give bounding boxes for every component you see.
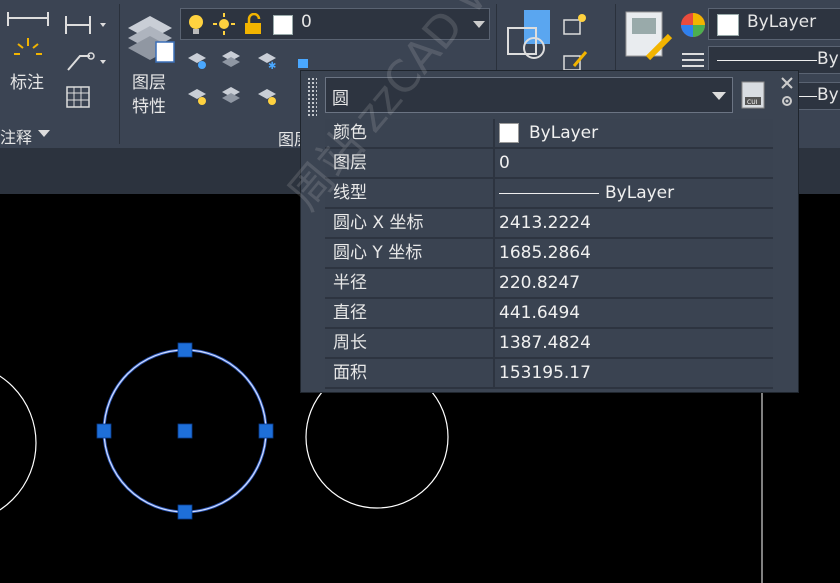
grip-bottom[interactable]	[177, 504, 193, 520]
property-value[interactable]: 2413.2224	[495, 209, 773, 237]
property-row-radius[interactable]: 半径 220.8247	[325, 269, 773, 299]
linetype-icon[interactable]	[680, 50, 706, 70]
lightbulb-icon[interactable]	[187, 14, 205, 36]
annotation-panel-title[interactable]: 注释	[0, 124, 32, 148]
property-row-layer[interactable]: 图层 0	[325, 149, 773, 179]
svg-text:CUI: CUI	[747, 99, 758, 106]
property-row-color[interactable]: 颜色 ByLayer	[325, 119, 773, 149]
property-value[interactable]: 0	[495, 149, 773, 177]
color-value: ByLayer	[747, 12, 817, 32]
property-name: 面积	[325, 359, 495, 387]
leader-icon[interactable]	[64, 50, 112, 74]
property-name: 周长	[325, 329, 495, 357]
create-block-icon[interactable]	[562, 12, 588, 36]
color-swatch	[717, 14, 739, 36]
property-name: 直径	[325, 299, 495, 327]
property-row-area[interactable]: 面积 153195.17	[325, 359, 773, 389]
grip-right[interactable]	[258, 423, 274, 439]
unlock-icon[interactable]	[243, 13, 263, 35]
linetype-value: ByL	[817, 49, 840, 69]
palette-grip-handle[interactable]	[307, 77, 317, 117]
panel-divider	[119, 4, 120, 144]
property-value-text: ByLayer	[529, 123, 599, 143]
layer-color-swatch	[273, 15, 293, 35]
edit-block-icon[interactable]	[562, 50, 588, 72]
property-value[interactable]: 1387.4824	[495, 329, 773, 357]
circle-left[interactable]	[0, 363, 37, 523]
close-icon[interactable]	[781, 77, 793, 89]
match-properties-icon[interactable]	[624, 10, 674, 66]
layer-isolate-icon[interactable]	[220, 50, 242, 70]
layer-lock-icon[interactable]	[292, 50, 314, 70]
layer-properties-label-1[interactable]: 图层	[132, 68, 166, 93]
property-value[interactable]: 1685.2864	[495, 239, 773, 267]
dimension-icon[interactable]	[6, 10, 50, 60]
lineweight-value: ByL	[817, 85, 840, 105]
property-name: 圆心 Y 坐标	[325, 239, 495, 267]
property-value-color[interactable]: ByLayer	[495, 119, 773, 147]
property-name: 图层	[325, 149, 495, 177]
layer-properties-icon[interactable]	[124, 10, 178, 64]
grip-top[interactable]	[177, 342, 193, 358]
color-swatch	[499, 123, 519, 143]
property-name: 颜色	[325, 119, 495, 147]
linetype-sample	[717, 60, 817, 61]
color-dropdown[interactable]: ByLayer	[708, 8, 840, 40]
property-row-center-x[interactable]: 圆心 X 坐标 2413.2224	[325, 209, 773, 239]
linear-dimension-icon[interactable]	[64, 14, 112, 36]
quick-select-icon[interactable]: CUI	[741, 81, 765, 109]
property-value[interactable]: 153195.17	[495, 359, 773, 387]
grip-left[interactable]	[96, 423, 112, 439]
property-row-circumference[interactable]: 周长 1387.4824	[325, 329, 773, 359]
layer-dropdown[interactable]: 0	[180, 8, 490, 40]
color-wheel-icon[interactable]	[680, 12, 706, 38]
property-row-diameter[interactable]: 直径 441.6494	[325, 299, 773, 329]
svg-text:✱: ✱	[268, 61, 276, 70]
layer-match-icon[interactable]	[186, 86, 208, 106]
grip-center[interactable]	[177, 423, 193, 439]
layer-freeze-icon[interactable]: ✱	[256, 50, 278, 70]
object-type-dropdown[interactable]: 圆	[325, 77, 733, 113]
object-type-value: 圆	[332, 89, 349, 109]
property-value[interactable]: 441.6494	[495, 299, 773, 327]
property-value-text: ByLayer	[605, 183, 675, 203]
chevron-down-icon[interactable]	[712, 92, 726, 101]
properties-palette: 圆 CUI 颜色 ByLayer 图层 0 线型 ByLayer 圆心 X 坐标…	[300, 70, 799, 393]
chevron-down-icon[interactable]	[473, 21, 485, 29]
layer-properties-label-2[interactable]: 特性	[132, 92, 166, 117]
layer-off-icon[interactable]	[186, 50, 208, 70]
property-row-center-y[interactable]: 圆心 Y 坐标 1685.2864	[325, 239, 773, 269]
insert-block-icon[interactable]	[504, 8, 556, 64]
dimension-label[interactable]: 标注	[10, 68, 44, 93]
layer-previous-icon[interactable]	[220, 86, 242, 106]
property-value-linetype[interactable]: ByLayer	[495, 179, 773, 207]
table-icon[interactable]	[66, 86, 90, 108]
property-table: 颜色 ByLayer 图层 0 线型 ByLayer 圆心 X 坐标 2413.…	[325, 119, 773, 389]
settings-gear-icon[interactable]	[781, 95, 793, 107]
property-name: 圆心 X 坐标	[325, 209, 495, 237]
chevron-down-icon[interactable]	[38, 130, 50, 138]
property-row-linetype[interactable]: 线型 ByLayer	[325, 179, 773, 209]
layer-thaw-icon[interactable]	[256, 86, 278, 106]
sun-icon[interactable]	[213, 13, 235, 35]
current-layer-name: 0	[301, 12, 312, 32]
property-name: 半径	[325, 269, 495, 297]
property-name: 线型	[325, 179, 495, 207]
linetype-sample	[499, 192, 599, 194]
property-value[interactable]: 220.8247	[495, 269, 773, 297]
